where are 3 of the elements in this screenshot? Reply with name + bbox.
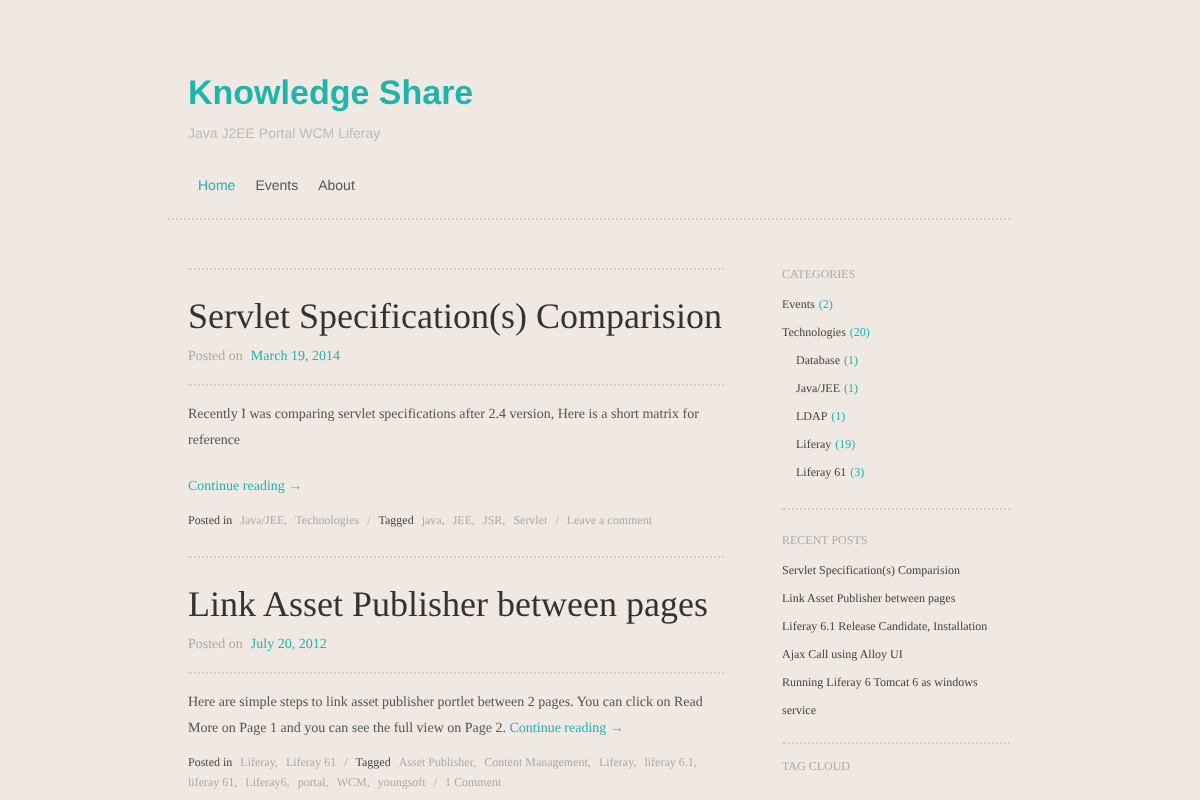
site-title[interactable]: Knowledge Share (188, 74, 1010, 114)
post-title[interactable]: Servlet Specification(s) Comparision (188, 290, 722, 342)
post-title[interactable]: Link Asset Publisher between pages (188, 578, 708, 630)
